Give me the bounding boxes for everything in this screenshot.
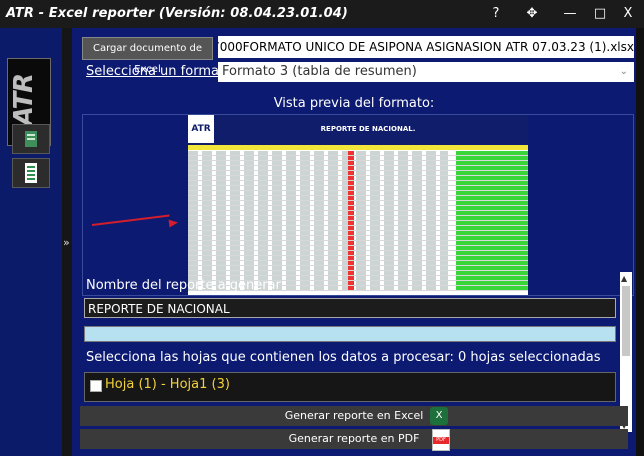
main-panel: Cargar documento de Excel TR FILES\7000F… (72, 28, 636, 456)
preview-title: Vista previa del formato: (273, 96, 435, 111)
spreadsheet-button[interactable] (12, 158, 50, 188)
generate-pdf-button[interactable]: Generar reporte en PDF PDF (80, 429, 628, 451)
pdf-icon-text: PDF (433, 437, 449, 444)
sheet-item-label[interactable]: Hoja (1) - Hoja1 (3) (105, 377, 230, 392)
report-name-input[interactable]: REPORTE DE NACIONAL (84, 298, 616, 318)
chevron-down-icon: ⌄ (619, 66, 628, 77)
help-button[interactable]: ? (482, 3, 510, 25)
title-bar: ATR - Excel reporter (Versión: 08.04.23.… (0, 0, 644, 28)
sheets-label: Selecciona las hojas que contienen los d… (86, 350, 601, 365)
move-icon[interactable]: ✥ (518, 3, 546, 25)
progress-bar (84, 326, 616, 342)
document-button[interactable] (12, 124, 50, 154)
sheet-checkbox[interactable] (90, 380, 102, 392)
excel-icon: X (430, 407, 448, 425)
expand-sidebar-icon[interactable]: » (63, 236, 70, 249)
minimize-button[interactable]: — (556, 3, 584, 25)
pdf-icon: PDF (432, 429, 450, 451)
report-name-label: Nombre del reporte a generar: (86, 278, 286, 293)
file-path-field[interactable]: TR FILES\7000FORMATO UNICO DE ASIPONA AS… (218, 36, 634, 58)
logo-text: ATR (9, 73, 40, 127)
right-edge-bar (636, 28, 644, 456)
generate-excel-label: Generar reporte en Excel (284, 409, 424, 422)
sidebar: ATR (0, 28, 62, 456)
preview-doc-title: REPORTE DE NACIONAL. (320, 125, 416, 133)
spreadsheet-icon (25, 163, 37, 183)
document-icon (25, 131, 37, 147)
format-label[interactable]: Selecciona un formato: (86, 64, 236, 79)
scroll-thumb[interactable] (622, 286, 630, 356)
preview-header: ATR REPORTE DE NACIONAL. (188, 115, 528, 145)
format-select-value: Formato 3 (tabla de resumen) (222, 64, 417, 79)
close-button[interactable]: X (614, 3, 642, 25)
generate-excel-button[interactable]: Generar reporte en Excel X (80, 406, 628, 426)
preview-document: ATR REPORTE DE NACIONAL. (188, 115, 528, 295)
generate-pdf-label: Generar reporte en PDF (288, 432, 420, 445)
load-excel-button[interactable]: Cargar documento de Excel (82, 37, 213, 75)
window-title: ATR - Excel reporter (Versión: 08.04.23.… (6, 6, 348, 21)
scroll-up-icon[interactable]: ▲ (621, 274, 627, 283)
format-select[interactable]: Formato 3 (tabla de resumen) ⌄ (218, 62, 634, 82)
preview-table-header (188, 145, 528, 150)
maximize-button[interactable]: □ (586, 3, 614, 25)
red-arrow-head (168, 218, 179, 228)
sheets-list: Hoja (1) - Hoja1 (3) (84, 372, 616, 402)
preview-logo: ATR (188, 115, 214, 143)
